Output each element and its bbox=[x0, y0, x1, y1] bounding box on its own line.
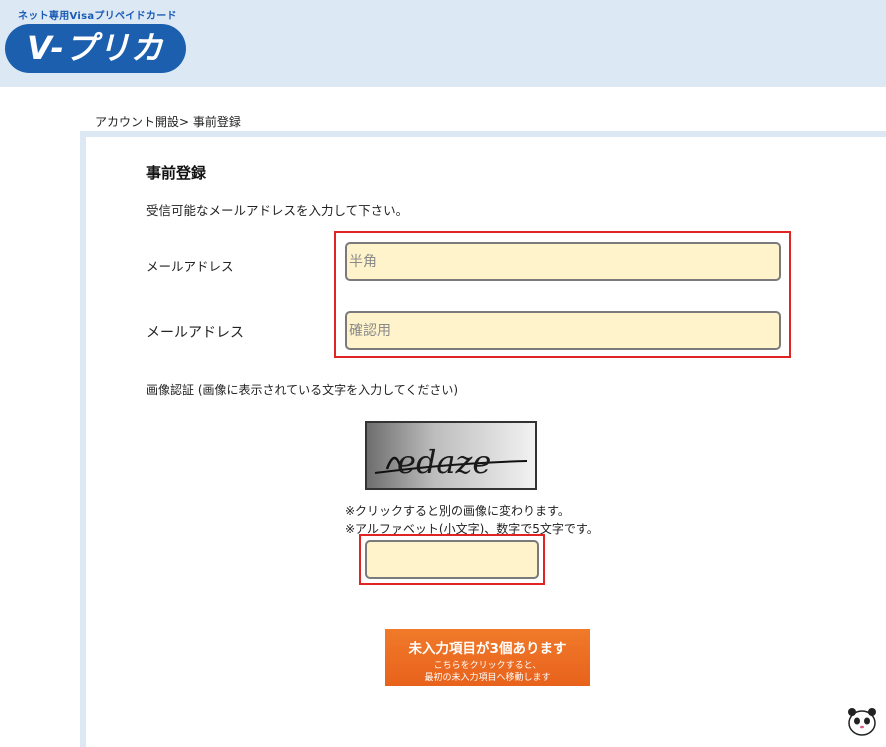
submit-sub-label-1: こちらをクリックすると、 bbox=[433, 661, 542, 671]
header-tagline: ネット専用Visaプリペイドカード bbox=[18, 11, 177, 22]
captcha-text: edaze bbox=[397, 443, 491, 481]
submit-main-label: 未入力項目が3個あります bbox=[408, 641, 567, 657]
logo-text: V-プリカ bbox=[27, 29, 164, 67]
captcha-graphic: edaze bbox=[374, 443, 528, 481]
site-header: ネット専用Visaプリペイドカード V-プリカ bbox=[0, 0, 886, 87]
vprica-logo[interactable]: V-プリカ bbox=[5, 24, 186, 73]
panda-mascot-icon bbox=[845, 705, 879, 737]
email-field[interactable] bbox=[345, 242, 781, 281]
captcha-note-refresh: ※クリックすると別の画像に変わります。 bbox=[345, 504, 570, 518]
email-confirm-label: メールアドレス bbox=[146, 325, 244, 341]
captcha-image[interactable]: edaze bbox=[365, 421, 537, 490]
form-instruction: 受信可能なメールアドレスを入力して下さい。 bbox=[146, 203, 409, 218]
breadcrumb: アカウント開設> 事前登録 bbox=[95, 115, 241, 129]
email-label: メールアドレス bbox=[146, 259, 234, 274]
email-confirm-field[interactable] bbox=[345, 311, 781, 350]
captcha-input[interactable] bbox=[365, 540, 539, 579]
submit-button[interactable]: 未入力項目が3個あります こちらをクリックすると、 最初の未入力項目へ移動します bbox=[385, 629, 590, 686]
submit-sub-label-2: 最初の未入力項目へ移動します bbox=[424, 673, 551, 683]
captcha-label: 画像認証 (画像に表示されている文字を入力してください) bbox=[146, 383, 459, 397]
page-title: 事前登録 bbox=[146, 164, 207, 182]
